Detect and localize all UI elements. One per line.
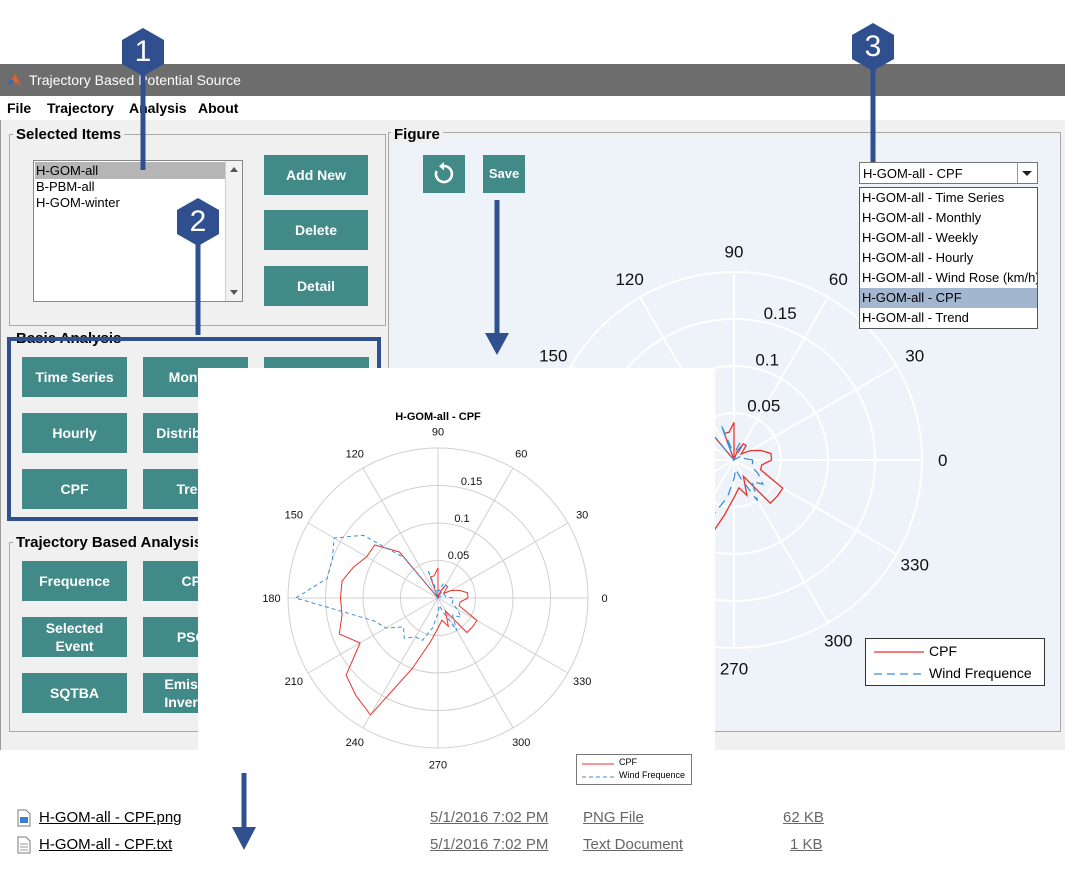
- angle-tick-label: 90: [432, 426, 444, 438]
- chart-title: H-GOM-all - CPF: [395, 411, 481, 423]
- polar-grid-spoke: [437, 597, 514, 729]
- chevron-down-icon[interactable]: [1017, 163, 1037, 183]
- radial-tick-label: 0.05: [747, 397, 780, 416]
- selected-event-button[interactable]: Selected Event: [22, 617, 127, 657]
- legend-wind-label: Wind Frequence: [929, 665, 1032, 681]
- angle-tick-label: 120: [615, 270, 643, 289]
- selected-items-title: Selected Items: [13, 126, 125, 143]
- angle-tick-label: 60: [829, 270, 848, 289]
- callout-badge-1: 1: [118, 27, 168, 77]
- legend-cpf-swatch: [582, 763, 614, 765]
- legend-wind-label: Wind Frequence: [619, 770, 686, 780]
- angle-tick-label: 240: [346, 737, 364, 749]
- angle-tick-label: 330: [901, 555, 929, 574]
- angle-tick-label: 0: [938, 451, 947, 470]
- angle-tick-label: 150: [539, 347, 567, 366]
- file-date: 5/1/2016 7:02 PM: [430, 836, 549, 853]
- menu-about[interactable]: About: [198, 100, 238, 116]
- file-name[interactable]: H-GOM-all - CPF.png: [39, 809, 182, 826]
- radial-tick-label: 0.15: [461, 476, 482, 488]
- angle-tick-label: 120: [346, 449, 364, 461]
- exported-polar-chart: 0 30 60 90 120 150 180 210 240 270 300 330 0.05 0.1 0.…: [262, 411, 607, 771]
- scrollbar-arrows-icon: [230, 167, 238, 295]
- dropdown-option[interactable]: H-GOM-all - Weekly: [860, 228, 1037, 248]
- list-item[interactable]: H-GOM-all: [35, 162, 228, 179]
- angle-tick-label: 300: [824, 632, 852, 651]
- frequence-button[interactable]: Frequence: [22, 561, 127, 601]
- dropdown-option[interactable]: H-GOM-all - Monthly: [860, 208, 1037, 228]
- figure-select-dropdown[interactable]: H-GOM-all - CPF: [859, 162, 1038, 184]
- angle-tick-label: 90: [725, 242, 744, 261]
- file-type: Text Document: [583, 836, 684, 853]
- angle-tick-label: 270: [720, 660, 748, 679]
- list-item[interactable]: B-PBM-all: [35, 178, 228, 195]
- angle-tick-label: 210: [285, 676, 303, 688]
- callout-badge-2: 2: [173, 197, 223, 247]
- detail-button[interactable]: Detail: [264, 266, 368, 306]
- polar-grid-spoke: [733, 459, 829, 624]
- polar-grid-spoke: [307, 522, 439, 599]
- image-file-icon: [17, 809, 31, 827]
- figure-legend: CPF Wind Frequence: [865, 638, 1045, 686]
- list-scrollbar[interactable]: [225, 161, 242, 301]
- angle-tick-label: 300: [512, 737, 530, 749]
- dropdown-option-selected[interactable]: H-GOM-all - CPF: [860, 288, 1037, 308]
- polar-grid-spoke: [362, 597, 439, 729]
- file-date: 5/1/2016 7:02 PM: [430, 809, 549, 826]
- legend-cpf-label: CPF: [929, 643, 957, 659]
- file-name[interactable]: H-GOM-all - CPF.txt: [39, 836, 172, 853]
- matlab-logo-icon: [7, 74, 21, 86]
- angle-tick-label: 150: [285, 510, 303, 522]
- trajectory-analysis-title: Trajectory Based Analysis: [13, 534, 206, 551]
- legend-cpf-swatch: [874, 651, 924, 653]
- radial-tick-label: 0.15: [764, 304, 797, 323]
- wind-frequence-series-line: [294, 534, 462, 641]
- add-new-button[interactable]: Add New: [264, 155, 368, 195]
- sqtba-button[interactable]: SQTBA: [22, 673, 127, 713]
- delete-button[interactable]: Delete: [264, 210, 368, 250]
- menu-trajectory[interactable]: Trajectory: [47, 100, 114, 116]
- menu-analysis[interactable]: Analysis: [129, 100, 187, 116]
- angle-tick-label: 30: [905, 347, 924, 366]
- menu-file[interactable]: File: [7, 100, 31, 116]
- exported-figure-image: 0 30 60 90 120 150 180 210 240 270 300 330 0.05 0.1 0.…: [198, 368, 715, 785]
- dropdown-option[interactable]: H-GOM-all - Time Series: [860, 188, 1037, 208]
- file-arrow-head-icon: [232, 827, 256, 850]
- angle-tick-label: 270: [429, 759, 447, 771]
- dropdown-options-list[interactable]: H-GOM-all - Time Series H-GOM-all - Mont…: [859, 187, 1038, 329]
- angle-tick-label: 330: [573, 676, 591, 688]
- file-size: 1 KB: [790, 836, 823, 853]
- dropdown-value: H-GOM-all - CPF: [863, 166, 963, 181]
- file-type: PNG File: [583, 809, 644, 826]
- file-size: 62 KB: [783, 809, 824, 826]
- angle-tick-label: 0: [601, 593, 607, 605]
- dropdown-option[interactable]: H-GOM-all - Hourly: [860, 248, 1037, 268]
- legend-wind-swatch: [874, 673, 924, 675]
- dropdown-option[interactable]: H-GOM-all - Trend: [860, 308, 1037, 328]
- callout-badge-3: 3: [848, 22, 898, 72]
- radial-tick-label: 0.1: [755, 350, 779, 369]
- legend-wind-swatch: [582, 776, 614, 778]
- legend-cpf-label: CPF: [619, 757, 637, 767]
- angle-tick-label: 30: [576, 510, 588, 522]
- menu-bar: File Trajectory Analysis About: [0, 96, 1065, 120]
- text-file-icon: [17, 836, 31, 854]
- polar-grid-spoke: [437, 597, 569, 674]
- angle-tick-label: 180: [262, 593, 280, 605]
- polar-grid-spoke: [362, 467, 439, 599]
- radial-tick-label: 0.1: [454, 513, 469, 525]
- dropdown-option[interactable]: H-GOM-all - Wind Rose (km/h): [860, 268, 1037, 288]
- angle-tick-label: 60: [515, 449, 527, 461]
- radial-tick-label: 0.05: [448, 550, 469, 562]
- exported-legend: CPF Wind Frequence: [576, 754, 692, 785]
- polar-grid-spoke: [307, 597, 439, 674]
